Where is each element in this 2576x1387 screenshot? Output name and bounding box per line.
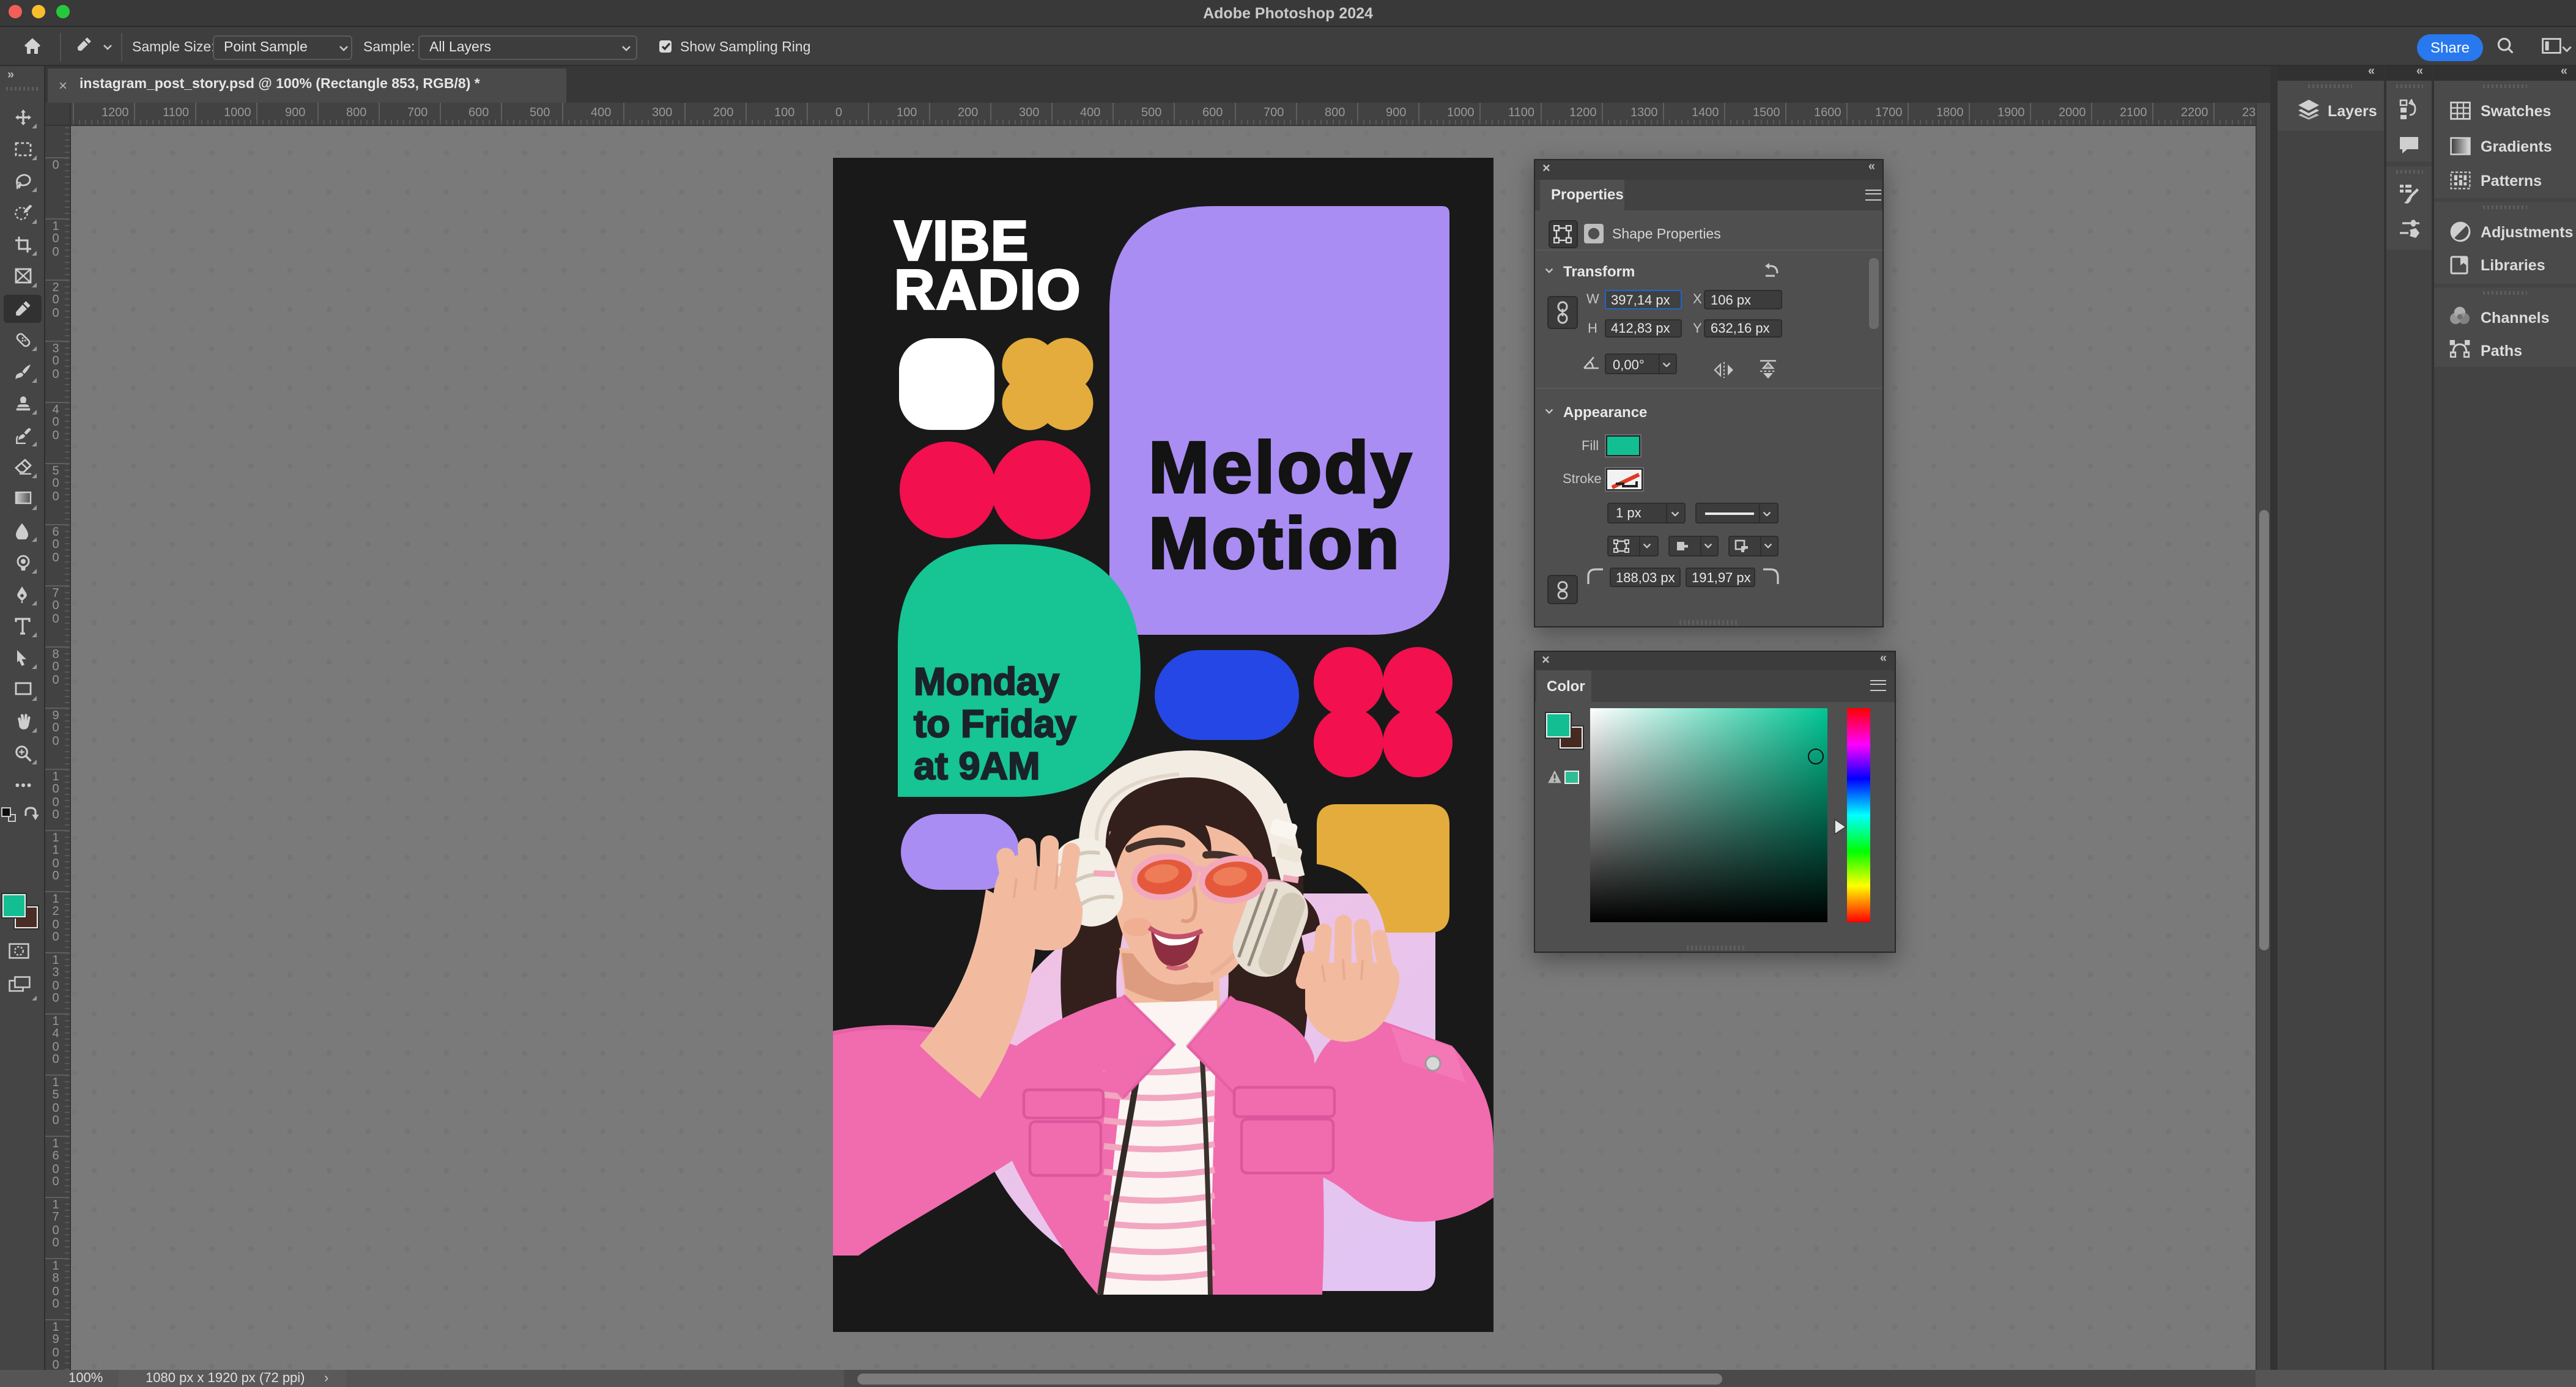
svg-text:Monday: Monday [913, 660, 1059, 703]
svg-text:Melody: Melody [1148, 426, 1413, 508]
svg-text:Motion: Motion [1148, 502, 1401, 583]
svg-text:RADIO: RADIO [894, 258, 1081, 320]
svg-text:to Friday: to Friday [913, 702, 1076, 745]
svg-text:at 9AM: at 9AM [913, 744, 1040, 787]
